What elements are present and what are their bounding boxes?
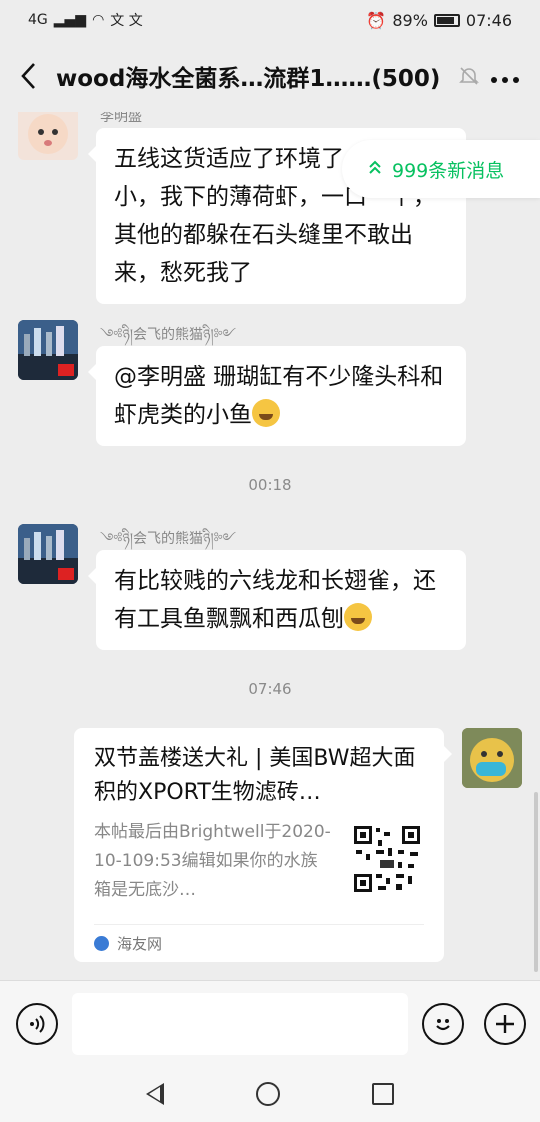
status-bar: 4G ▂▄▆ ◠ 文 文 ⏰ 89% 07:46 (0, 0, 540, 40)
link-card[interactable]: 双节盖楼送大礼 | 美国BW超大面积的XPORT生物滤砖… 本帖最后由Brigh… (74, 728, 452, 962)
nav-home-button[interactable] (256, 1082, 280, 1106)
sender-nickname: 李明盛 (100, 112, 142, 125)
message-text: 有比较贱的六线龙和长翅雀，还有工具鱼飘飘和西瓜刨 (114, 568, 436, 632)
my-avatar[interactable] (462, 728, 522, 788)
message-bubble[interactable]: @李明盛 珊瑚缸有不少隆头科和虾虎类的小鱼 (88, 346, 466, 446)
chat-header: wood海水全菌系…流群1……(500) (0, 40, 540, 112)
scrollbar[interactable] (534, 792, 538, 972)
avatar[interactable] (18, 320, 78, 380)
divider (94, 924, 424, 925)
timestamp: 00:18 (248, 476, 292, 494)
system-nav-bar (0, 1066, 540, 1122)
message-input[interactable] (72, 993, 408, 1055)
link-card-source: 海友网 (94, 933, 162, 954)
chat-title[interactable]: wood海水全菌系…流群1……(500) (56, 59, 458, 93)
avatar[interactable] (18, 112, 78, 160)
more-button[interactable] (490, 61, 520, 91)
emoji-button[interactable] (422, 1003, 464, 1045)
link-card-title: 双节盖楼送大礼 | 美国BW超大面积的XPORT生物滤砖… (94, 746, 416, 805)
new-messages-button[interactable]: 999条新消息 (342, 140, 540, 198)
qr-code-thumbnail (352, 824, 422, 894)
emoji-icon (436, 1019, 450, 1031)
status-left: 4G ▂▄▆ ◠ 文 文 (28, 10, 143, 30)
battery-icon (433, 13, 460, 27)
status-right: ⏰ 89% 07:46 (366, 11, 512, 30)
crying-face-icon (252, 399, 280, 427)
voice-icon (30, 1015, 45, 1033)
chevron-left-icon (21, 63, 35, 89)
voice-button[interactable] (16, 1003, 58, 1045)
clock: 07:46 (465, 10, 512, 30)
new-messages-label: 999条新消息 (392, 159, 505, 182)
link-card-description: 本帖最后由Brightwell于2020-10-109:53编辑如果你的水族箱是… (94, 822, 331, 900)
signal-icon: ▂▄▆ (53, 12, 87, 28)
nav-back-button[interactable] (146, 1083, 164, 1105)
alarm-icon: ⏰ (366, 10, 387, 30)
source-app-icon (94, 936, 109, 951)
more-icon (491, 77, 519, 83)
back-button[interactable] (0, 40, 56, 112)
crying-face-icon (344, 603, 372, 631)
wifi-icon: ◠ (92, 12, 105, 28)
chat-area[interactable]: 李明盛 五线这货适应了环境了，胆子小，我下的薄荷虾，一口一个，其他的都躲在石头缝… (0, 112, 540, 980)
link-card-source-label: 海友网 (117, 935, 163, 953)
timestamp: 07:46 (248, 680, 292, 698)
plus-button[interactable] (484, 1003, 526, 1045)
network-indicator: 4G (28, 12, 48, 28)
battery-percent: 89% (392, 10, 428, 30)
double-chevron-up-icon (368, 158, 382, 180)
input-bar (0, 980, 540, 1066)
avatar[interactable] (18, 524, 78, 584)
nav-recents-button[interactable] (372, 1083, 394, 1105)
plus-icon (496, 1015, 514, 1033)
bell-off-icon (458, 65, 480, 87)
status-glyphs: 文 文 (110, 13, 143, 29)
message-bubble[interactable]: 有比较贱的六线龙和长翅雀，还有工具鱼飘飘和西瓜刨 (88, 550, 466, 650)
